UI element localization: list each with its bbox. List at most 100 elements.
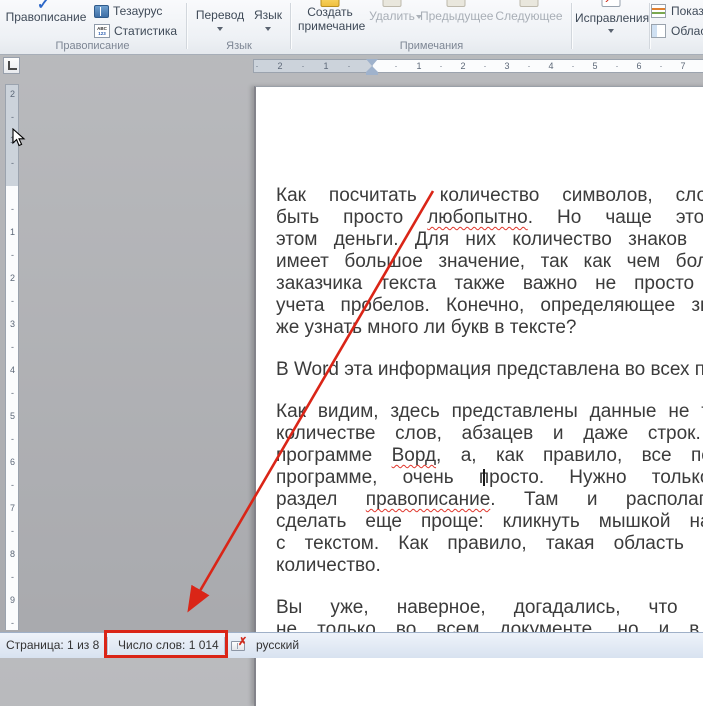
text-line: В Word эта информация представлена во вс… bbox=[276, 359, 703, 381]
ruler-mark: · bbox=[660, 60, 663, 72]
ruler-mark: - bbox=[4, 479, 21, 491]
document-text[interactable]: Как посчитать количество символов, слов … bbox=[276, 185, 703, 661]
group-separator bbox=[290, 3, 291, 49]
ruler-mark: 3 bbox=[504, 60, 509, 72]
track-changes-button[interactable]: Исправления bbox=[575, 0, 647, 50]
ruler-mark: · bbox=[256, 60, 259, 72]
text-run: раздел bbox=[276, 489, 366, 510]
word-count-indicator[interactable]: Число слов: 1 014 bbox=[118, 633, 219, 658]
reviewing-pane-button[interactable]: Область проверки bbox=[651, 24, 703, 38]
track-changes-label: Исправления bbox=[575, 11, 647, 25]
word-count-button-label: Статистика bbox=[114, 24, 177, 38]
misspelled-word: Ворд bbox=[392, 445, 436, 466]
text-run: с текстом. Как правило, такая область от… bbox=[276, 533, 703, 554]
text-line: Вы уже, наверное, догадались, что опреде… bbox=[276, 597, 703, 619]
ruler-mark: · bbox=[440, 60, 443, 72]
ruler-mark: 2 bbox=[460, 60, 465, 72]
text-line: быть просто любопытно. Но чаще это интер… bbox=[276, 207, 703, 229]
ruler-mark: 4 bbox=[548, 60, 553, 72]
ruler-mark: · bbox=[616, 60, 619, 72]
text-line: имеет большое значение, так как чем боль… bbox=[276, 251, 703, 273]
chevron-down-icon bbox=[608, 29, 614, 33]
vertical-ruler[interactable]: 2-1--1-2-3-4-5-6-7-8-9- bbox=[4, 84, 21, 630]
text-line: количестве слов, абзацев и даже строк. Н… bbox=[276, 423, 703, 445]
group-separator bbox=[571, 3, 572, 49]
ruler-mark: 8 bbox=[4, 548, 21, 560]
proofing-group-label: Правописание bbox=[0, 40, 185, 52]
ruler-mark: - bbox=[4, 249, 21, 261]
text-line: заказчика текста также важно не просто к… bbox=[276, 273, 703, 295]
text-line: сделать еще проще: кликнуть мышкой на ни… bbox=[276, 511, 703, 533]
stats-icon-123: 123 bbox=[98, 31, 106, 36]
ruler-mark: · bbox=[395, 60, 398, 72]
ribbon: ABC✓ Правописание Тезаурус ABC123 Статис… bbox=[0, 0, 703, 55]
ruler-mark: 6 bbox=[4, 456, 21, 468]
text-run: быть просто bbox=[276, 207, 427, 228]
text-run: количестве слов, абзацев и даже строк. Н… bbox=[276, 423, 703, 444]
ruler-mark: · bbox=[572, 60, 575, 72]
spelling-button-label: Правописание bbox=[2, 10, 90, 24]
text-line: Как видим, здесь представлены данные не … bbox=[276, 401, 703, 423]
ruler-mark: - bbox=[4, 525, 21, 537]
text-line: количество. bbox=[276, 555, 703, 577]
ruler-mark: - bbox=[4, 387, 21, 399]
ruler-mark: 1 bbox=[323, 60, 328, 72]
left-indent-marker[interactable] bbox=[366, 72, 378, 75]
text-run: Вы уже, наверное, догадались, что опреде… bbox=[276, 597, 703, 618]
previous-comment-icon bbox=[447, 0, 466, 7]
misspelled-word: любопытно bbox=[427, 207, 528, 228]
text-run: количество. bbox=[276, 555, 381, 576]
ruler-mark: - bbox=[4, 617, 21, 629]
text-line: программе Ворд, а, как правило, все поль… bbox=[276, 445, 703, 467]
status-divider bbox=[107, 637, 108, 654]
reviewing-pane-icon bbox=[651, 24, 666, 38]
thesaurus-button[interactable]: Тезаурус bbox=[94, 4, 162, 18]
ribbon-group-proofing: ABC✓ Правописание Тезаурус ABC123 Статис… bbox=[0, 0, 185, 54]
text-line: раздел правописание. Там и располагается… bbox=[276, 489, 703, 511]
delete-comment-label: Удалить bbox=[364, 9, 420, 23]
ruler-mark: · bbox=[348, 60, 351, 72]
chevron-down-icon bbox=[265, 27, 271, 31]
delete-comment-icon bbox=[383, 0, 402, 7]
page-indicator[interactable]: Страница: 1 из 8 bbox=[6, 633, 99, 658]
first-line-indent-marker[interactable] bbox=[366, 59, 378, 66]
ruler-mark: 7 bbox=[680, 60, 685, 72]
text-run: . Там и располагается статистика. Но bbox=[490, 489, 703, 510]
ruler-mark: 9 bbox=[4, 594, 21, 606]
text-line: учета пробелов. Конечно, определяющее зн… bbox=[276, 295, 703, 317]
word-count-button[interactable]: ABC123 Статистика bbox=[94, 24, 177, 38]
text-run: же узнать много ли букв в тексте? bbox=[276, 317, 576, 338]
word-count-icon: ABC123 bbox=[94, 24, 110, 38]
text-run: этом деньги. Для них количество знаков в… bbox=[276, 229, 703, 250]
ruler-mark: 7 bbox=[4, 502, 21, 514]
text-line: Как посчитать количество символов, слов … bbox=[276, 185, 703, 207]
paragraph: В Word эта информация представлена во вс… bbox=[276, 359, 703, 381]
thesaurus-icon bbox=[94, 5, 109, 18]
document-page[interactable]: Как посчитать количество символов, слов … bbox=[254, 86, 703, 706]
translate-label: Перевод bbox=[192, 8, 248, 22]
misspelled-word: правописание bbox=[366, 489, 491, 510]
comments-group-label: Примечания bbox=[292, 40, 571, 52]
next-comment-icon bbox=[520, 0, 539, 7]
ribbon-group-tracking: Исправления bbox=[573, 0, 649, 54]
status-divider bbox=[224, 637, 225, 654]
text-line: же узнать много ли букв в тексте? bbox=[276, 317, 703, 339]
text-line: программе, очень просто. Нужно только от… bbox=[276, 467, 703, 489]
ruler-mark: 1 bbox=[416, 60, 421, 72]
chevron-down-icon bbox=[217, 27, 223, 31]
text-run: заказчика текста также важно не просто к… bbox=[276, 273, 703, 294]
ruler-mark: - bbox=[4, 157, 21, 169]
text-run: , а, как правило, все пользуются именно … bbox=[436, 445, 703, 466]
ruler-mark: 3 bbox=[4, 318, 21, 330]
show-markup-button[interactable]: Показать исправления bbox=[651, 4, 703, 18]
reviewing-pane-label: Область проверки bbox=[671, 24, 703, 38]
horizontal-ruler[interactable]: ·2·1··1·2·3·4·5·6·7 bbox=[253, 57, 703, 76]
text-run: имеет большое значение, так как чем боль… bbox=[276, 251, 703, 272]
ruler-mark: 5 bbox=[4, 410, 21, 422]
ruler-mark: - bbox=[4, 341, 21, 353]
tab-selector[interactable] bbox=[3, 57, 20, 74]
language-indicator[interactable]: русский bbox=[256, 633, 299, 658]
status-bar: Страница: 1 из 8 Число слов: 1 014 ✗ рус… bbox=[0, 632, 703, 658]
language-label: Язык bbox=[248, 8, 288, 22]
ruler-margin-area bbox=[253, 59, 373, 73]
